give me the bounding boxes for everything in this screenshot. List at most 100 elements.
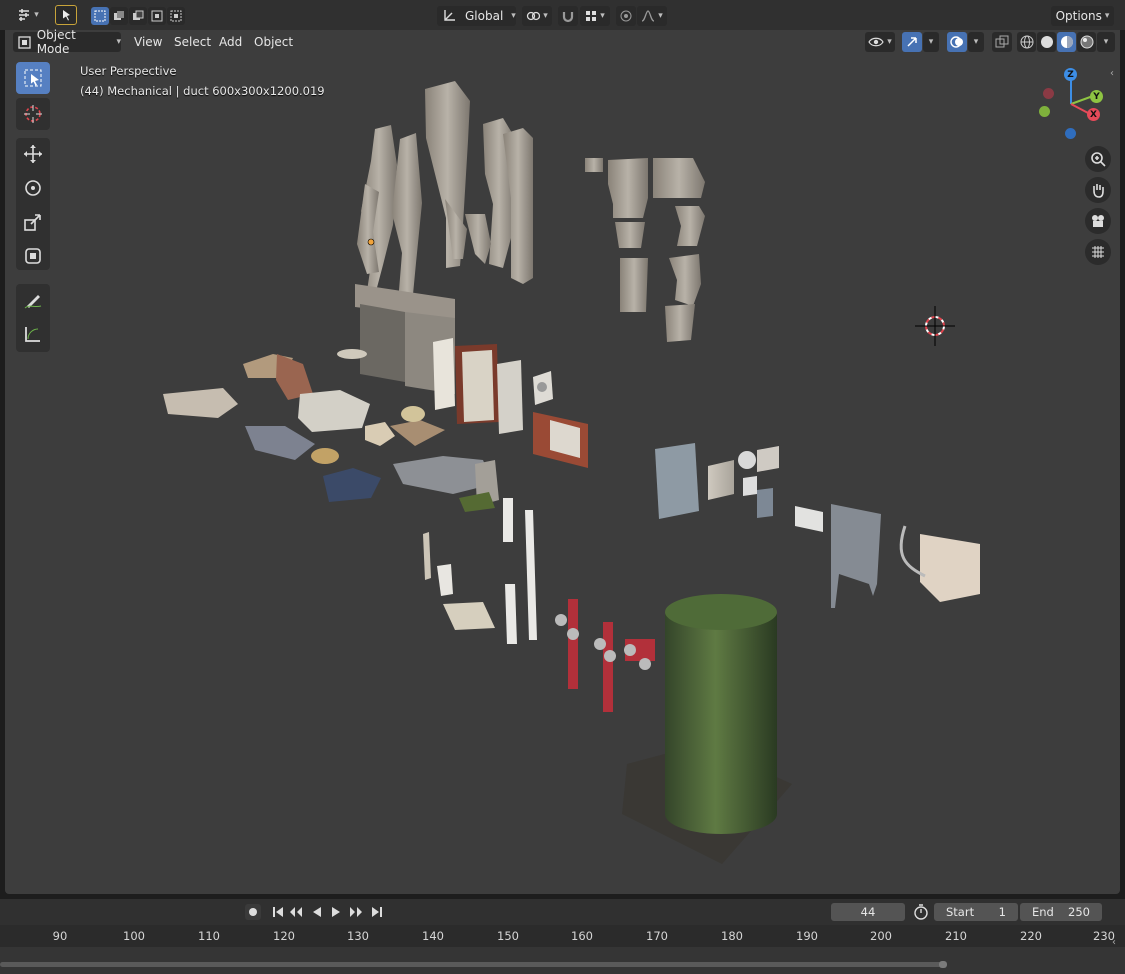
prev-keyframe-button[interactable] bbox=[288, 904, 304, 920]
eye-icon bbox=[868, 37, 884, 47]
chevron-down-icon: ▾ bbox=[973, 37, 979, 47]
shading-rendered-button[interactable] bbox=[1077, 32, 1096, 52]
gizmo-y-axis[interactable]: Y bbox=[1090, 90, 1103, 103]
select-tool-button[interactable] bbox=[55, 5, 77, 25]
snap-toggle[interactable] bbox=[558, 6, 578, 26]
chevron-down-icon: ▾ bbox=[543, 11, 548, 21]
start-label: Start bbox=[946, 905, 975, 919]
editor-type-icon bbox=[19, 9, 30, 21]
jump-start-button[interactable] bbox=[270, 904, 286, 920]
hydrant-manifold bbox=[555, 599, 655, 712]
measure-icon bbox=[25, 327, 40, 342]
proportional-edit-toggle[interactable] bbox=[616, 6, 636, 26]
visibility-dropdown[interactable]: ▾ bbox=[865, 32, 895, 52]
timeline-area[interactable]: ‹ bbox=[0, 937, 1125, 974]
magnet-icon bbox=[562, 12, 574, 23]
options-dropdown[interactable]: Options ▾ bbox=[1051, 6, 1114, 26]
play-button[interactable] bbox=[328, 904, 344, 920]
start-value: 1 bbox=[998, 905, 1006, 919]
timeline-scrollbar[interactable] bbox=[0, 962, 945, 967]
start-frame-field[interactable]: Start 1 bbox=[934, 903, 1018, 921]
select-invert-button[interactable] bbox=[148, 7, 166, 25]
orientation-label: Global bbox=[465, 9, 504, 23]
select-subtract-button[interactable] bbox=[129, 7, 147, 25]
record-button[interactable] bbox=[245, 904, 261, 920]
transform-tool[interactable] bbox=[16, 240, 50, 272]
play-reverse-button[interactable] bbox=[309, 904, 325, 920]
ruler-tick: 180 bbox=[721, 929, 743, 943]
orientation-dropdown[interactable]: Global ▾ bbox=[437, 6, 516, 26]
chevron-down-icon: ▾ bbox=[34, 10, 39, 20]
pivot-point-dropdown[interactable]: ▾ bbox=[522, 6, 552, 26]
active-object-label: (44) Mechanical | duct 600x300x1200.019 bbox=[80, 84, 325, 98]
duct-group-a bbox=[357, 81, 533, 305]
gizmo-dropdown[interactable]: ▾ bbox=[923, 32, 939, 52]
falloff-dropdown[interactable]: ▾ bbox=[637, 6, 667, 26]
navigation-gizmo[interactable]: Z Y X bbox=[1035, 66, 1115, 146]
end-frame-field[interactable]: End 250 bbox=[1020, 903, 1102, 921]
rotate-icon bbox=[25, 180, 41, 196]
scale-tool[interactable] bbox=[16, 206, 50, 238]
record-icon bbox=[249, 908, 257, 916]
current-frame-field[interactable]: 44 bbox=[831, 903, 905, 921]
gizmo-neg-y-axis[interactable] bbox=[1039, 106, 1050, 117]
gizmo-z-axis[interactable]: Z bbox=[1064, 68, 1077, 81]
xray-toggle[interactable] bbox=[992, 32, 1012, 52]
gizmo-x-axis[interactable]: X bbox=[1087, 108, 1100, 121]
ruler-tick: 110 bbox=[198, 929, 220, 943]
overlays-dropdown[interactable]: ▾ bbox=[968, 32, 984, 52]
overlays-icon bbox=[950, 36, 963, 48]
sidebar-toggle-arrow[interactable]: ‹ bbox=[1110, 68, 1114, 79]
editor-type-button[interactable]: ▾ bbox=[12, 5, 44, 25]
menu-select[interactable]: Select bbox=[168, 32, 217, 52]
shading-material-button[interactable] bbox=[1057, 32, 1076, 52]
rotate-tool[interactable] bbox=[16, 172, 50, 204]
move-tool[interactable] bbox=[16, 138, 50, 170]
jump-end-icon bbox=[372, 907, 382, 917]
pan-button[interactable] bbox=[1085, 177, 1111, 203]
ruler-tick: 160 bbox=[571, 929, 593, 943]
chevron-down-icon: ▾ bbox=[511, 11, 516, 21]
menu-object[interactable]: Object bbox=[248, 32, 299, 52]
next-keyframe-button[interactable] bbox=[348, 904, 364, 920]
select-box-tool[interactable] bbox=[16, 62, 50, 94]
gizmo-neg-x-axis[interactable] bbox=[1043, 88, 1054, 99]
annotate-tool[interactable] bbox=[16, 284, 50, 316]
timeline-scroll-handle[interactable] bbox=[939, 961, 947, 968]
stopwatch-icon[interactable] bbox=[913, 904, 929, 923]
scale-icon bbox=[24, 214, 41, 231]
overlays-toggle[interactable] bbox=[947, 32, 967, 52]
gizmo-neg-z-axis[interactable] bbox=[1065, 128, 1076, 139]
electrical-panels bbox=[655, 443, 980, 608]
orientation-icon bbox=[444, 10, 455, 21]
3d-viewport[interactable]: User Perspective (44) Mechanical | duct … bbox=[5, 54, 1120, 894]
ruler-tick: 130 bbox=[347, 929, 369, 943]
snap-target-dropdown[interactable]: ▾ bbox=[580, 6, 610, 26]
measure-tool[interactable] bbox=[16, 318, 50, 350]
mode-dropdown[interactable]: Object Mode ▾ bbox=[13, 28, 121, 56]
options-label: Options bbox=[1055, 9, 1102, 23]
timeline-ruler[interactable]: 90 100 110 120 130 140 150 160 170 180 1… bbox=[0, 925, 1125, 947]
ruler-tick: 90 bbox=[52, 929, 68, 943]
shading-wireframe-button[interactable] bbox=[1017, 32, 1036, 52]
camera-view-button[interactable] bbox=[1085, 208, 1111, 234]
hand-icon bbox=[1093, 184, 1104, 198]
menu-add[interactable]: Add bbox=[213, 32, 248, 52]
zoom-button[interactable] bbox=[1085, 146, 1111, 172]
ortho-toggle-button[interactable] bbox=[1085, 239, 1111, 265]
chevron-down-icon: ▾ bbox=[928, 37, 934, 47]
material-sphere-icon bbox=[1060, 36, 1073, 48]
gizmo-toggle[interactable] bbox=[902, 32, 922, 52]
header-bar: ▾ Global ▾ ▾ ▾ ▾ Options ▾ bbox=[0, 0, 1125, 30]
jump-end-button[interactable] bbox=[369, 904, 385, 920]
menu-view[interactable]: View bbox=[128, 32, 168, 52]
cursor-tool[interactable] bbox=[16, 98, 50, 130]
shading-dropdown[interactable]: ▾ bbox=[1097, 32, 1115, 52]
select-extend-button[interactable] bbox=[110, 7, 128, 25]
select-intersect-button[interactable] bbox=[167, 7, 185, 25]
jump-start-icon bbox=[273, 907, 283, 917]
shading-solid-button[interactable] bbox=[1037, 32, 1056, 52]
ruler-tick: 150 bbox=[497, 929, 519, 943]
timeline-side-arrow[interactable]: ‹ bbox=[1112, 937, 1116, 948]
select-new-button[interactable] bbox=[91, 7, 109, 25]
